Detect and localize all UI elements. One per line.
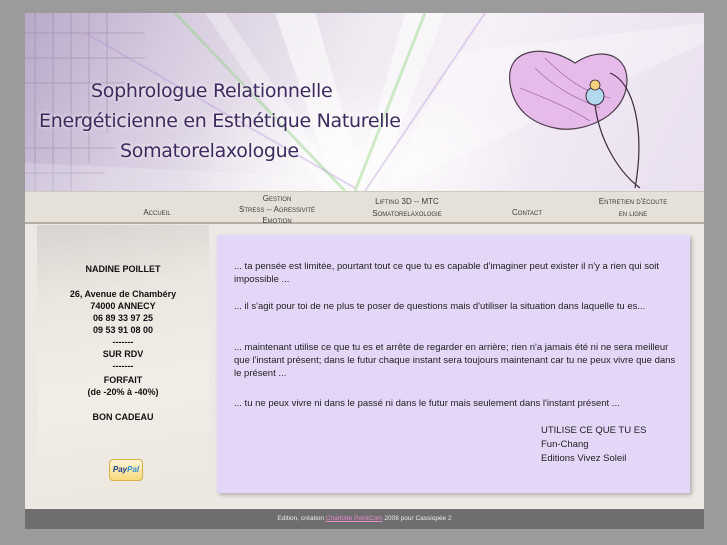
forfait-label: FORFAIT [103,375,143,385]
paypal-logo-text: Pay [112,465,128,474]
quote-paragraph: ... maintenant utilise ce que tu es et a… [234,342,676,379]
quote-signature-title: UTILISE CE QUE TU ES [541,425,647,436]
nav-item-label-line: Gestion [262,194,292,203]
sidebar-separator: ------- [112,337,134,347]
quote-signature-author: Fun-Chang [541,439,589,450]
gift-voucher-label: BON CADEAU [92,412,154,422]
nav-item-label-line: Entretien d'écoute [598,197,668,206]
contact-city: 74000 ANNECY [90,301,156,311]
nav-item-lifting-3d[interactable]: Lifting 3D -- MTC Somatorelaxologie [355,196,459,220]
nav-item-entretien-ecoute[interactable]: Entretien d'écoute en ligne [581,196,685,220]
quote-signature-publisher: Editions Vivez Soleil [541,453,627,464]
nav-item-gestion-stress[interactable]: Gestion Stress -- Agressivité Emotion [225,193,329,226]
contact-sidebar: NADINE POILLET 26, Avenue de Chambéry 74… [37,225,209,504]
footer: Edition, création Charlotte PointCom 200… [25,509,704,529]
quote-paragraph: ... il s'agit pour toi de ne plus te pos… [234,301,646,312]
page-frame: Sophrologue Relationnelle Energéticienne… [25,13,704,529]
footer-credit-prefix: Edition, création [277,515,325,522]
nav-item-label-line: Somatorelaxologie [372,209,442,218]
quote-paragraph: ... tu ne peux vivre ni dans le passé ni… [234,398,620,409]
footer-credit-suffix: 2008 pour Cassiopée 2 [384,515,452,522]
sidebar-separator: ------- [112,361,134,371]
paypal-button[interactable]: PayPal [109,459,143,481]
header-banner: Sophrologue Relationnelle Energéticienne… [25,13,704,191]
quote-content-box: ... ta pensée est limitée, pourtant tout… [217,235,690,493]
nav-item-label-line: en ligne [618,209,648,218]
quote-paragraph: ... ta pensée est limitée, pourtant tout… [234,261,660,285]
contact-name: NADINE POILLET [85,264,161,274]
forfait-discount: (de -20% à -40%) [87,387,159,397]
contact-phone-fixed: 09 53 91 08 00 [92,325,154,335]
appointment-note: SUR RDV [102,349,144,359]
contact-address: 26, Avenue de Chambéry [69,289,177,299]
nav-item-label-line: Emotion [262,216,292,225]
nav-item-accueil[interactable]: Accueil [127,207,187,219]
banner-artwork [25,13,704,191]
paypal-logo-text: Pal [127,465,140,474]
banner-title-line-1: Sophrologue Relationnelle [91,80,333,102]
nav-item-label-line: Stress -- Agressivité [238,205,316,214]
banner-title-line-2: Energéticienne en Esthétique Naturelle [39,110,401,132]
contact-phone-mobile: 06 89 33 97 25 [92,313,154,323]
footer-designer-link[interactable]: Charlotte PointCom [326,515,383,522]
main-navigation: Accueil Gestion Stress -- Agressivité Em… [25,191,704,226]
nav-item-label-line: Lifting 3D -- MTC [375,197,439,206]
banner-title-line-3: Somatorelaxologue [120,140,299,162]
nav-item-contact[interactable]: Contact [497,207,557,219]
